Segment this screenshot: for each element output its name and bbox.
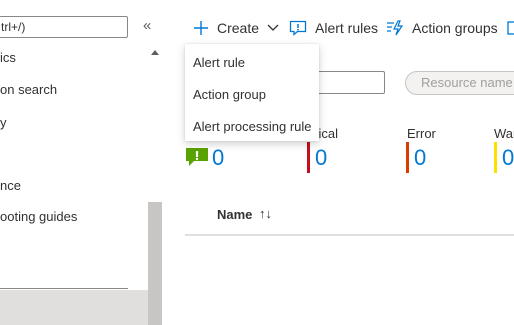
alert-rules-button[interactable]: Alert rules — [289, 18, 378, 38]
sort-icon[interactable]: ↑↓ — [259, 206, 272, 221]
error-count[interactable]: 0 — [414, 145, 426, 171]
sidebar-item-history[interactable]: y — [0, 115, 7, 130]
menu-item-alert-processing-rule[interactable]: Alert processing rule — [193, 119, 312, 134]
create-label: Create — [217, 20, 260, 36]
action-groups-icon — [386, 20, 404, 36]
sidebar-item-search[interactable]: on search — [0, 82, 57, 97]
menu-item-alert-rule[interactable]: Alert rule — [193, 55, 245, 70]
sidebar-item-diagnostics[interactable]: ics — [0, 50, 16, 65]
alert-rules-icon — [289, 20, 307, 36]
menu-item-action-group[interactable]: Action group — [193, 87, 266, 102]
create-dropdown-menu: Alert rule Action group Alert processing… — [185, 44, 319, 141]
warning-severity-bar — [494, 142, 497, 173]
warning-count[interactable]: 0 — [502, 145, 514, 171]
action-groups-button[interactable]: Action groups — [386, 18, 498, 38]
plus-icon — [193, 20, 209, 36]
total-alerts-icon — [185, 147, 209, 167]
collapse-sidebar-button[interactable]: « — [143, 17, 151, 34]
resource-name-filter[interactable]: Resource name — [405, 71, 514, 95]
sidebar-item-guidance[interactable]: nce — [0, 178, 21, 193]
next-toolbar-button[interactable] — [506, 18, 514, 38]
critical-severity-bar — [307, 142, 310, 173]
left-sidebar: trl+/) « ics on search y nce ooting guid… — [0, 0, 165, 325]
filter-text-input[interactable] — [310, 71, 385, 94]
scroll-up-icon[interactable] — [151, 50, 159, 55]
warning-label: War — [494, 126, 514, 141]
sidebar-scrollbar[interactable] — [148, 44, 162, 325]
column-header-name[interactable]: Name — [217, 207, 252, 222]
sidebar-item-selected[interactable] — [0, 290, 148, 325]
scrollbar-thumb[interactable] — [148, 202, 162, 325]
sidebar-item-troubleshooting-guides[interactable]: ooting guides — [0, 209, 77, 224]
book-icon — [506, 20, 514, 36]
alert-rules-label: Alert rules — [315, 20, 379, 36]
critical-count[interactable]: 0 — [315, 145, 327, 171]
create-button[interactable]: Create — [193, 18, 279, 38]
sidebar-divider — [0, 288, 128, 289]
sidebar-search-input[interactable]: trl+/) — [0, 16, 128, 38]
error-severity-bar — [406, 142, 409, 173]
table-header-divider — [185, 234, 514, 236]
error-label: Error — [407, 126, 436, 141]
total-alerts-count[interactable]: 0 — [212, 145, 224, 171]
action-groups-label: Action groups — [412, 20, 498, 36]
chevron-down-icon — [267, 24, 279, 32]
